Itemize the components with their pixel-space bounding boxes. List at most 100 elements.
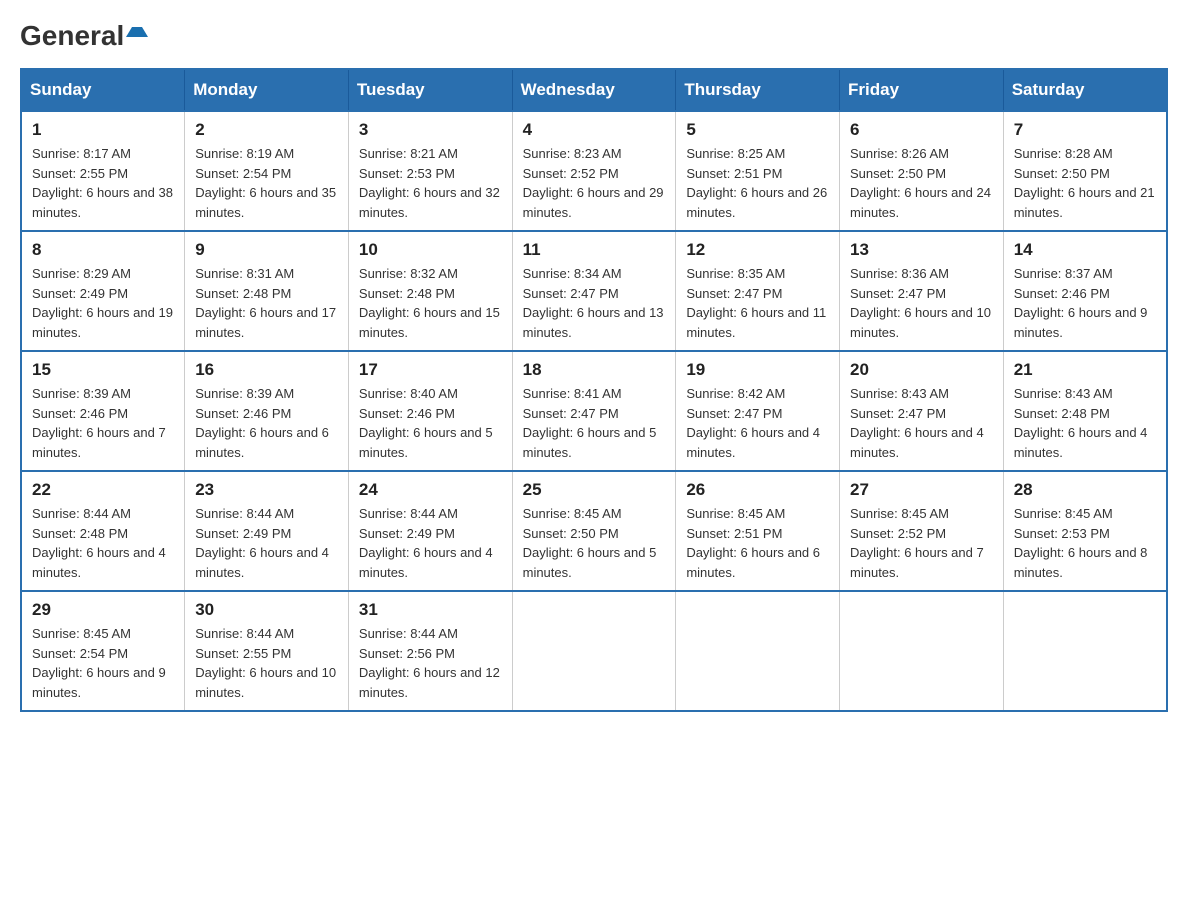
day-number: 13 — [850, 240, 993, 260]
day-number: 2 — [195, 120, 338, 140]
day-info: Sunrise: 8:32 AMSunset: 2:48 PMDaylight:… — [359, 264, 502, 342]
logo-general: General — [20, 20, 124, 52]
day-info: Sunrise: 8:41 AMSunset: 2:47 PMDaylight:… — [523, 384, 666, 462]
calendar-week-row: 8 Sunrise: 8:29 AMSunset: 2:49 PMDaylight… — [21, 231, 1167, 351]
calendar-cell: 14Sunrise: 8:37 AMSunset: 2:46 PMDayligh… — [1003, 231, 1167, 351]
calendar-cell — [676, 591, 840, 711]
day-info: Sunrise: 8:45 AMSunset: 2:50 PMDaylight:… — [523, 504, 666, 582]
calendar-cell: 2 Sunrise: 8:19 AMSunset: 2:54 PMDaylight… — [185, 111, 349, 231]
day-info: Sunrise: 8:43 AMSunset: 2:47 PMDaylight:… — [850, 384, 993, 462]
calendar-cell: 25 Sunrise: 8:45 AMSunset: 2:50 PMDayligh… — [512, 471, 676, 591]
day-number: 10 — [359, 240, 502, 260]
day-number: 3 — [359, 120, 502, 140]
logo-arrow-icon — [126, 23, 148, 45]
calendar-cell: 9 Sunrise: 8:31 AMSunset: 2:48 PMDaylight… — [185, 231, 349, 351]
day-header-saturday: Saturday — [1003, 69, 1167, 111]
day-info: Sunrise: 8:45 AMSunset: 2:53 PMDaylight:… — [1014, 504, 1156, 582]
day-number: 28 — [1014, 480, 1156, 500]
calendar-header-row: SundayMondayTuesdayWednesdayThursdayFrid… — [21, 69, 1167, 111]
day-number: 24 — [359, 480, 502, 500]
day-number: 14 — [1014, 240, 1156, 260]
day-info: Sunrise: 8:39 AMSunset: 2:46 PMDaylight:… — [32, 384, 174, 462]
page-header: General — [20, 20, 1168, 48]
calendar-cell: 28 Sunrise: 8:45 AMSunset: 2:53 PMDayligh… — [1003, 471, 1167, 591]
day-number: 4 — [523, 120, 666, 140]
day-number: 20 — [850, 360, 993, 380]
day-number: 23 — [195, 480, 338, 500]
day-info: Sunrise: 8:31 AMSunset: 2:48 PMDaylight:… — [195, 264, 338, 342]
day-number: 30 — [195, 600, 338, 620]
day-info: Sunrise: 8:45 AMSunset: 2:54 PMDaylight:… — [32, 624, 174, 702]
calendar-cell: 31Sunrise: 8:44 AMSunset: 2:56 PMDayligh… — [348, 591, 512, 711]
day-number: 19 — [686, 360, 829, 380]
calendar-cell: 3 Sunrise: 8:21 AMSunset: 2:53 PMDaylight… — [348, 111, 512, 231]
calendar-cell: 1Sunrise: 8:17 AMSunset: 2:55 PMDaylight… — [21, 111, 185, 231]
day-number: 17 — [359, 360, 502, 380]
day-header-monday: Monday — [185, 69, 349, 111]
day-info: Sunrise: 8:36 AMSunset: 2:47 PMDaylight:… — [850, 264, 993, 342]
day-number: 9 — [195, 240, 338, 260]
day-info: Sunrise: 8:45 AMSunset: 2:52 PMDaylight:… — [850, 504, 993, 582]
day-number: 16 — [195, 360, 338, 380]
calendar-cell: 12 Sunrise: 8:35 AMSunset: 2:47 PMDayligh… — [676, 231, 840, 351]
calendar-cell: 4 Sunrise: 8:23 AMSunset: 2:52 PMDaylight… — [512, 111, 676, 231]
day-info: Sunrise: 8:42 AMSunset: 2:47 PMDaylight:… — [686, 384, 829, 462]
calendar-cell: 24 Sunrise: 8:44 AMSunset: 2:49 PMDayligh… — [348, 471, 512, 591]
calendar-cell: 29 Sunrise: 8:45 AMSunset: 2:54 PMDayligh… — [21, 591, 185, 711]
calendar-cell: 19 Sunrise: 8:42 AMSunset: 2:47 PMDayligh… — [676, 351, 840, 471]
day-number: 29 — [32, 600, 174, 620]
day-number: 27 — [850, 480, 993, 500]
day-info: Sunrise: 8:44 AMSunset: 2:49 PMDaylight:… — [195, 504, 338, 582]
day-info: Sunrise: 8:17 AMSunset: 2:55 PMDaylight:… — [32, 144, 174, 222]
calendar-cell — [1003, 591, 1167, 711]
calendar-week-row: 15Sunrise: 8:39 AMSunset: 2:46 PMDayligh… — [21, 351, 1167, 471]
calendar-cell: 8 Sunrise: 8:29 AMSunset: 2:49 PMDaylight… — [21, 231, 185, 351]
calendar-cell — [512, 591, 676, 711]
calendar-cell: 6Sunrise: 8:26 AMSunset: 2:50 PMDaylight… — [840, 111, 1004, 231]
calendar-cell: 23 Sunrise: 8:44 AMSunset: 2:49 PMDayligh… — [185, 471, 349, 591]
calendar-cell: 22 Sunrise: 8:44 AMSunset: 2:48 PMDayligh… — [21, 471, 185, 591]
calendar-cell: 18Sunrise: 8:41 AMSunset: 2:47 PMDayligh… — [512, 351, 676, 471]
calendar-cell: 16Sunrise: 8:39 AMSunset: 2:46 PMDayligh… — [185, 351, 349, 471]
day-header-sunday: Sunday — [21, 69, 185, 111]
day-info: Sunrise: 8:35 AMSunset: 2:47 PMDaylight:… — [686, 264, 829, 342]
day-info: Sunrise: 8:28 AMSunset: 2:50 PMDaylight:… — [1014, 144, 1156, 222]
calendar-cell: 26 Sunrise: 8:45 AMSunset: 2:51 PMDayligh… — [676, 471, 840, 591]
calendar-cell: 7 Sunrise: 8:28 AMSunset: 2:50 PMDaylight… — [1003, 111, 1167, 231]
day-number: 26 — [686, 480, 829, 500]
day-info: Sunrise: 8:34 AMSunset: 2:47 PMDaylight:… — [523, 264, 666, 342]
calendar-cell: 13 Sunrise: 8:36 AMSunset: 2:47 PMDayligh… — [840, 231, 1004, 351]
day-number: 8 — [32, 240, 174, 260]
day-info: Sunrise: 8:19 AMSunset: 2:54 PMDaylight:… — [195, 144, 338, 222]
day-number: 12 — [686, 240, 829, 260]
day-number: 22 — [32, 480, 174, 500]
day-info: Sunrise: 8:43 AMSunset: 2:48 PMDaylight:… — [1014, 384, 1156, 462]
day-number: 11 — [523, 240, 666, 260]
calendar-cell: 20 Sunrise: 8:43 AMSunset: 2:47 PMDayligh… — [840, 351, 1004, 471]
calendar-cell: 5Sunrise: 8:25 AMSunset: 2:51 PMDaylight… — [676, 111, 840, 231]
day-info: Sunrise: 8:23 AMSunset: 2:52 PMDaylight:… — [523, 144, 666, 222]
calendar-week-row: 1Sunrise: 8:17 AMSunset: 2:55 PMDaylight… — [21, 111, 1167, 231]
calendar-cell — [840, 591, 1004, 711]
day-number: 7 — [1014, 120, 1156, 140]
calendar-week-row: 29 Sunrise: 8:45 AMSunset: 2:54 PMDayligh… — [21, 591, 1167, 711]
calendar-cell: 17 Sunrise: 8:40 AMSunset: 2:46 PMDayligh… — [348, 351, 512, 471]
day-info: Sunrise: 8:25 AMSunset: 2:51 PMDaylight:… — [686, 144, 829, 222]
day-number: 25 — [523, 480, 666, 500]
calendar-table: SundayMondayTuesdayWednesdayThursdayFrid… — [20, 68, 1168, 712]
day-number: 21 — [1014, 360, 1156, 380]
day-info: Sunrise: 8:29 AMSunset: 2:49 PMDaylight:… — [32, 264, 174, 342]
day-header-wednesday: Wednesday — [512, 69, 676, 111]
day-info: Sunrise: 8:44 AMSunset: 2:49 PMDaylight:… — [359, 504, 502, 582]
day-header-tuesday: Tuesday — [348, 69, 512, 111]
day-header-friday: Friday — [840, 69, 1004, 111]
calendar-cell: 10 Sunrise: 8:32 AMSunset: 2:48 PMDayligh… — [348, 231, 512, 351]
day-info: Sunrise: 8:44 AMSunset: 2:55 PMDaylight:… — [195, 624, 338, 702]
day-info: Sunrise: 8:45 AMSunset: 2:51 PMDaylight:… — [686, 504, 829, 582]
day-info: Sunrise: 8:21 AMSunset: 2:53 PMDaylight:… — [359, 144, 502, 222]
day-info: Sunrise: 8:40 AMSunset: 2:46 PMDaylight:… — [359, 384, 502, 462]
day-info: Sunrise: 8:44 AMSunset: 2:48 PMDaylight:… — [32, 504, 174, 582]
calendar-week-row: 22 Sunrise: 8:44 AMSunset: 2:48 PMDayligh… — [21, 471, 1167, 591]
logo: General — [20, 20, 148, 48]
day-info: Sunrise: 8:26 AMSunset: 2:50 PMDaylight:… — [850, 144, 993, 222]
